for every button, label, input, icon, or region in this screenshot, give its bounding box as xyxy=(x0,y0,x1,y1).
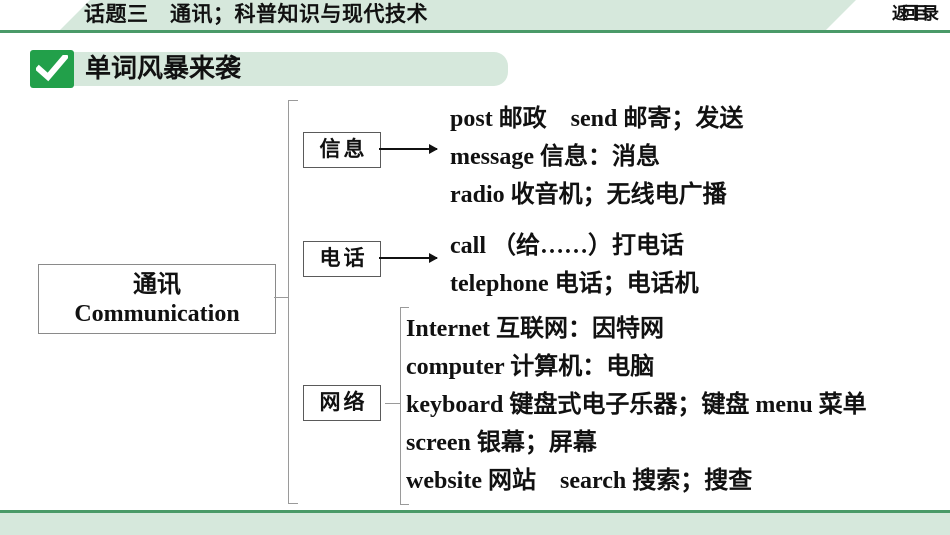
branch-label-wangluo: 网络 xyxy=(303,385,381,421)
top-header-bar: 话题三 通讯；科普知识与现代技术 返回目录 xyxy=(0,0,950,33)
branch-content-xinxi: post 邮政 send 邮寄；发送 message 信息：消息 radio 收… xyxy=(450,100,743,214)
branch-content-dianhua: call （给……）打电话 telephone 电话；电话机 xyxy=(450,227,699,303)
vocab-line: message 信息：消息 xyxy=(450,144,660,170)
vocab-line: website 网站 search 搜索；搜查 xyxy=(406,468,753,494)
branch-content-wangluo: Internet 互联网：因特网 computer 计算机：电脑 keyboar… xyxy=(406,310,906,500)
main-brace-tick-bottom xyxy=(289,503,298,504)
sub-brace-tick-bottom xyxy=(401,504,409,505)
main-brace-line xyxy=(288,100,289,504)
root-node-communication: 通讯 Communication xyxy=(38,264,276,334)
root-node-label-en: Communication xyxy=(74,301,240,327)
vocab-line: computer 计算机：电脑 xyxy=(406,354,655,380)
branch-arrow-xinxi xyxy=(379,144,438,154)
vocab-line: post 邮政 send 邮寄；发送 xyxy=(450,106,744,132)
check-icon-glyph xyxy=(36,55,68,82)
header-left-wedge xyxy=(0,0,90,30)
branch-connector-wangluo xyxy=(385,403,400,404)
mindmap-canvas: 通讯 Communication 信息 post 邮政 send 邮寄；发送 m… xyxy=(0,92,950,512)
root-connector-stub xyxy=(274,297,289,298)
check-icon xyxy=(30,50,74,88)
vocab-line: telephone 电话；电话机 xyxy=(450,271,699,297)
vocab-line: call （给……）打电话 xyxy=(450,233,684,259)
sub-brace-tick-top xyxy=(401,307,409,308)
branch-label-xinxi: 信息 xyxy=(303,132,381,168)
sub-brace-line xyxy=(400,307,401,505)
branch-label-dianhua: 电话 xyxy=(303,241,381,277)
vocab-line: radio 收音机；无线电广播 xyxy=(450,182,727,208)
root-node-label-cn: 通讯 xyxy=(133,270,181,298)
vocab-line: keyboard 键盘式电子乐器；键盘 menu 菜单 screen 银幕；屏幕 xyxy=(406,392,891,456)
branch-arrow-dianhua xyxy=(379,253,438,263)
bottom-footer-bar xyxy=(0,510,950,535)
back-to-contents-button[interactable]: 返回目录 xyxy=(892,0,939,30)
page-title: 话题三 通讯；科普知识与现代技术 xyxy=(84,2,428,26)
section-title: 单词风暴来袭 xyxy=(85,54,242,84)
main-brace-tick-top xyxy=(289,100,298,101)
vocab-line: Internet 互联网：因特网 xyxy=(406,316,664,342)
